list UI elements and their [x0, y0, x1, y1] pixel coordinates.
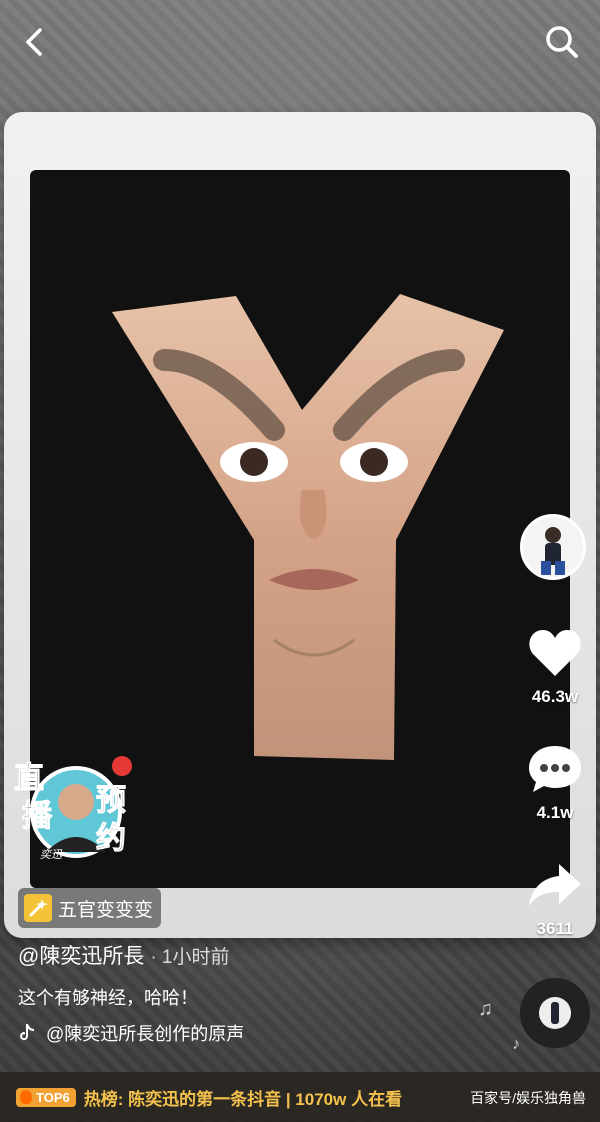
share-arrow-icon	[529, 864, 581, 906]
badge-char: 播	[22, 800, 53, 834]
like-count: 46.3w	[531, 687, 579, 706]
author-handle: @陳奕迅所長	[18, 945, 145, 968]
sound-title: @陳奕迅所長创作的原声	[46, 1024, 245, 1044]
back-button[interactable]	[14, 22, 54, 62]
share-count: 3611	[536, 919, 574, 938]
hot-list-text: 热榜: 陈奕迅的第一条抖音 | 1070w 人在看	[83, 1089, 403, 1109]
y-shaped-face-image	[112, 294, 504, 760]
comment-icon	[529, 746, 581, 792]
effect-chip[interactable]: 五官变变变	[18, 888, 162, 928]
like-button[interactable]: 46.3w	[515, 628, 595, 707]
heart-icon	[529, 630, 581, 676]
badge-char: 约	[96, 822, 127, 856]
effect-label: 五官变变变	[58, 899, 154, 921]
music-note-icon: ♫	[478, 998, 493, 1020]
back-arrow-icon	[26, 28, 42, 56]
live-reservation-badge[interactable]: 直 播 预 约 奕迅	[12, 752, 138, 870]
magic-wand-icon	[24, 894, 52, 922]
badge-char: 预	[96, 784, 127, 818]
avatar-image	[523, 517, 583, 577]
share-button[interactable]: 3611	[515, 860, 595, 939]
watermark: 百家号/娱乐独角兽	[470, 1090, 586, 1106]
music-note-icon: ♪	[512, 1036, 520, 1053]
author-name[interactable]: @陳奕迅所長 · 1小时前	[18, 940, 230, 970]
search-icon	[546, 26, 578, 58]
sound-link[interactable]: @陳奕迅所長创作的原声	[18, 1020, 244, 1046]
comment-count: 4.1w	[536, 803, 574, 822]
music-disc[interactable]	[520, 978, 590, 1048]
search-button[interactable]	[542, 22, 582, 62]
author-avatar[interactable]	[520, 514, 586, 580]
comment-button[interactable]: 4.1w	[515, 744, 595, 823]
badge-char: 直	[14, 762, 45, 796]
post-caption: 这个有够神经，哈哈！	[18, 988, 198, 1008]
post-time: · 1小时前	[150, 947, 230, 968]
badge-signature: 奕迅	[40, 849, 62, 861]
top-rank-tag: TOP6	[16, 1087, 76, 1107]
disc-art-icon	[539, 997, 571, 1029]
tiktok-note-icon	[20, 1024, 34, 1041]
